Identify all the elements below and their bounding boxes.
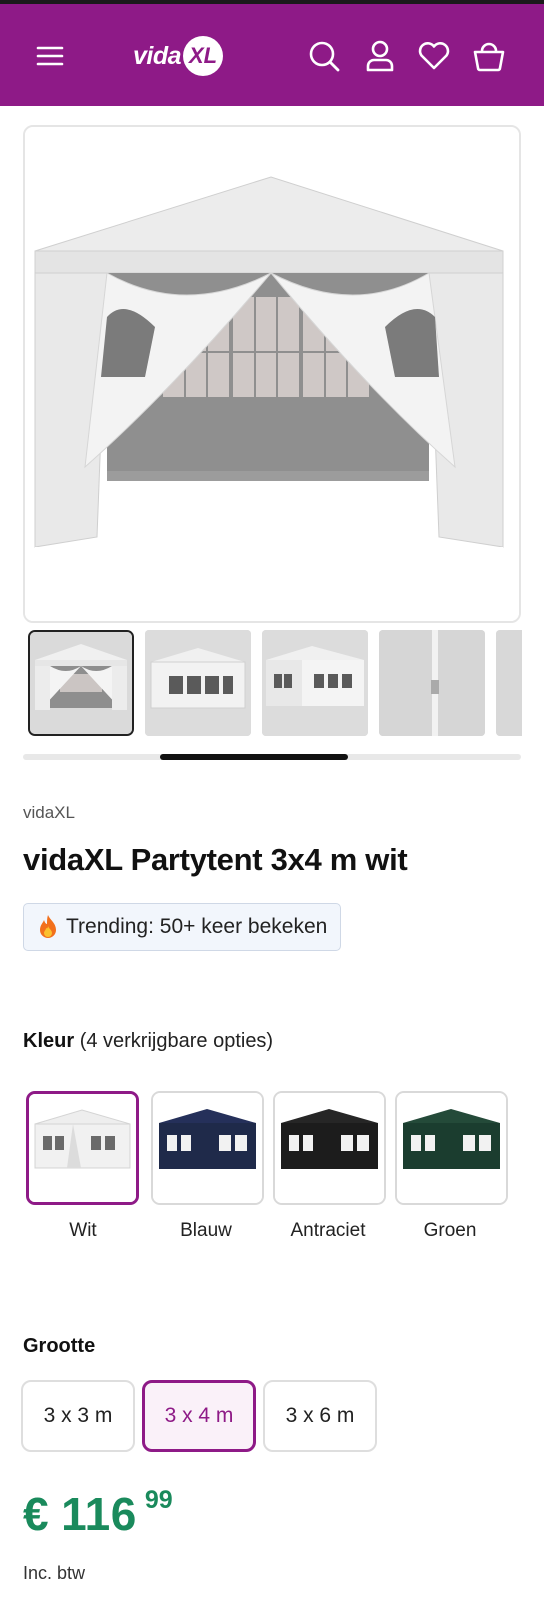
tent-illustration	[25, 127, 519, 621]
color-option-antraciet[interactable]	[273, 1091, 386, 1205]
site-header: vida XL	[0, 4, 544, 106]
cart-icon[interactable]	[471, 38, 507, 74]
thumbnail-3[interactable]	[262, 630, 368, 736]
tax-note: Inc. btw	[23, 1563, 86, 1583]
thumbnail-strip	[28, 630, 522, 738]
account-icon[interactable]	[362, 38, 398, 74]
gallery-scrollbar[interactable]	[23, 754, 521, 760]
color-label-groen: Groen	[423, 1220, 477, 1241]
product-brand[interactable]: vidaXL	[23, 803, 75, 823]
color-label-antraciet: Antraciet	[290, 1220, 366, 1241]
price-cents: 99	[144, 1486, 173, 1514]
hamburger-menu-icon[interactable]	[32, 38, 68, 74]
size-option-3x4[interactable]: 3 x 4 m	[142, 1380, 256, 1452]
color-option-count: (4 verkrijgbare opties)	[79, 1030, 274, 1052]
product-main-image[interactable]	[23, 125, 521, 623]
vidaxl-logo[interactable]: vida XL	[133, 34, 224, 78]
color-label-blauw: Blauw	[180, 1220, 232, 1241]
color-heading-label: Kleur	[23, 1030, 75, 1052]
thumbnail-1[interactable]	[28, 630, 134, 736]
thumbnail-5[interactable]	[496, 630, 522, 736]
heart-icon[interactable]	[416, 38, 452, 74]
size-option-3x3[interactable]: 3 x 3 m	[21, 1380, 135, 1452]
fire-icon	[37, 914, 59, 940]
product-price: € 116 99	[23, 1486, 173, 1540]
gallery-scrollbar-thumb[interactable]	[160, 754, 348, 760]
color-heading: Kleur (4 verkrijgbare opties)	[23, 1030, 273, 1053]
size-heading: Grootte	[23, 1335, 96, 1357]
logo-badge: XL	[183, 36, 224, 76]
color-option-wit[interactable]	[26, 1091, 139, 1205]
trending-badge: Trending: 50+ keer bekeken	[23, 903, 342, 951]
size-option-3x6[interactable]: 3 x 6 m	[263, 1380, 377, 1452]
logo-text: vida	[133, 41, 182, 70]
thumbnail-4[interactable]	[379, 630, 485, 736]
color-option-blauw[interactable]	[151, 1091, 264, 1205]
search-icon[interactable]	[306, 38, 342, 74]
price-currency: €	[23, 1488, 50, 1540]
color-label-wit: Wit	[69, 1220, 97, 1241]
logo-badge-text: XL	[188, 43, 218, 68]
thumbnail-2[interactable]	[145, 630, 251, 736]
trending-text: Trending: 50+ keer bekeken	[66, 915, 328, 938]
product-title: vidaXL Partytent 3x4 m wit	[23, 842, 408, 877]
color-option-groen[interactable]	[395, 1091, 508, 1205]
price-whole: 116	[61, 1488, 137, 1540]
